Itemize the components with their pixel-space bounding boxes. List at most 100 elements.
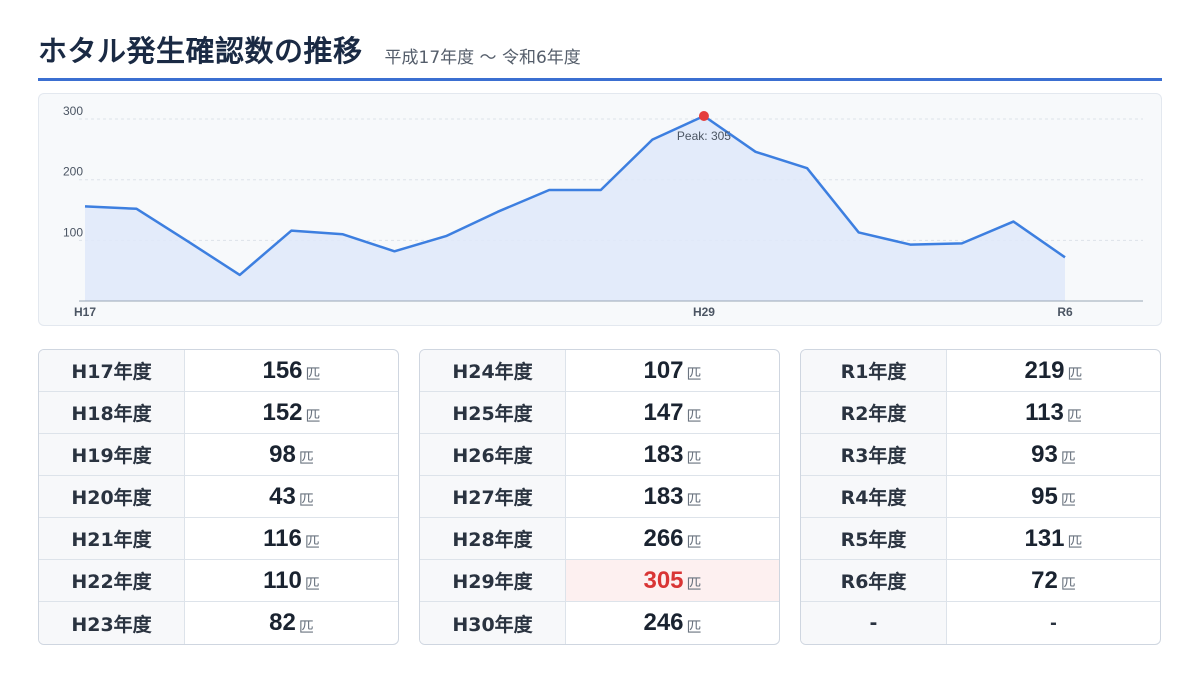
table-row: R1年度 219 匹 bbox=[801, 350, 1160, 392]
table-row: H25年度 147 匹 bbox=[420, 392, 779, 434]
unit-label: 匹 bbox=[686, 491, 702, 509]
unit-label: 匹 bbox=[686, 407, 702, 425]
year-label: R6年度 bbox=[801, 560, 947, 601]
unit-label: 匹 bbox=[304, 533, 320, 551]
table-row: R6年度 72 匹 bbox=[801, 560, 1160, 602]
table-row: H28年度 266 匹 bbox=[420, 518, 779, 560]
year-label: H29年度 bbox=[420, 560, 566, 601]
count-cell: 93 匹 bbox=[947, 434, 1160, 475]
count-cell: 219 匹 bbox=[947, 350, 1160, 391]
year-label: H26年度 bbox=[420, 434, 566, 475]
count-cell: 72 匹 bbox=[947, 560, 1160, 601]
unit-label: 匹 bbox=[686, 575, 702, 593]
unit-label: 匹 bbox=[298, 617, 314, 636]
count-cell: 98 匹 bbox=[185, 434, 398, 475]
unit-label: 匹 bbox=[1060, 575, 1076, 593]
count-value: 305 bbox=[643, 566, 684, 594]
count-cell: 183 匹 bbox=[566, 476, 779, 517]
year-label: R2年度 bbox=[801, 392, 947, 433]
count-value: 266 bbox=[643, 524, 684, 552]
count-value: 131 bbox=[1024, 524, 1065, 552]
count-value: 147 bbox=[643, 398, 684, 426]
count-cell: 116 匹 bbox=[185, 518, 398, 559]
count-cell: 152 匹 bbox=[185, 392, 398, 433]
table-row: H18年度 152 匹 bbox=[39, 392, 398, 434]
count-value: 107 bbox=[643, 356, 684, 384]
year-label: H20年度 bbox=[39, 476, 185, 517]
count-cell: 82 匹 bbox=[185, 602, 398, 644]
year-label: R5年度 bbox=[801, 518, 947, 559]
peak-label: Peak: 305 bbox=[677, 129, 731, 143]
table-row: H23年度 82 匹 bbox=[39, 602, 398, 644]
year-label: H18年度 bbox=[39, 392, 185, 433]
page-header: ホタル発生確認数の推移 平成17年度 〜 令和6年度 bbox=[38, 30, 1162, 81]
unit-label: 匹 bbox=[686, 533, 702, 551]
count-value: 98 bbox=[269, 440, 296, 468]
year-label: H30年度 bbox=[420, 602, 566, 644]
x-tick-label: H17 bbox=[74, 305, 96, 319]
y-tick-label: 300 bbox=[63, 104, 83, 118]
data-table-3: R1年度 219 匹 R2年度 113 匹 R3年度 93 匹 R4年度 95 匹 R5年度 131 匹 R6… bbox=[800, 349, 1161, 645]
unit-label: 匹 bbox=[298, 449, 314, 467]
count-cell: 131 匹 bbox=[947, 518, 1160, 559]
count-value: 82 bbox=[269, 609, 296, 636]
count-value: 246 bbox=[643, 609, 684, 636]
table-row: H27年度 183 匹 bbox=[420, 476, 779, 518]
year-label: H23年度 bbox=[39, 602, 185, 644]
area-fill bbox=[85, 116, 1065, 301]
table-row: H19年度 98 匹 bbox=[39, 434, 398, 476]
count-cell: 110 匹 bbox=[185, 560, 398, 601]
count-cell: 147 匹 bbox=[566, 392, 779, 433]
count-value: - bbox=[1050, 611, 1057, 634]
table-row: H24年度 107 匹 bbox=[420, 350, 779, 392]
table-row: H17年度 156 匹 bbox=[39, 350, 398, 392]
page-subtitle: 平成17年度 〜 令和6年度 bbox=[384, 48, 581, 68]
count-value: 183 bbox=[643, 482, 684, 510]
count-value: 183 bbox=[643, 440, 684, 468]
chart-card: 100 200 300 H17 H29 R6 Peak: 305 bbox=[38, 93, 1162, 326]
x-tick-label: H29 bbox=[693, 305, 715, 319]
unit-label: 匹 bbox=[305, 407, 321, 425]
table-row: -- bbox=[801, 602, 1160, 644]
count-value: 113 bbox=[1025, 398, 1064, 426]
unit-label: 匹 bbox=[1066, 407, 1082, 425]
count-value: 152 bbox=[262, 398, 303, 426]
unit-label: 匹 bbox=[686, 449, 702, 467]
count-value: 93 bbox=[1031, 440, 1058, 468]
count-cell: - bbox=[947, 602, 1160, 644]
y-tick-label: 200 bbox=[63, 165, 83, 179]
unit-label: 匹 bbox=[1067, 365, 1083, 383]
data-table-1: H17年度 156 匹 H18年度 152 匹 H19年度 98 匹 H20年度 43 匹 H21年度 1… bbox=[38, 349, 399, 645]
table-row: H29年度 305 匹 bbox=[420, 560, 779, 602]
count-value: 72 bbox=[1031, 566, 1058, 594]
table-row: H21年度 116 匹 bbox=[39, 518, 398, 560]
count-value: 95 bbox=[1031, 482, 1058, 510]
count-value: 219 bbox=[1024, 356, 1065, 384]
year-label: H24年度 bbox=[420, 350, 566, 391]
count-cell: 183 匹 bbox=[566, 434, 779, 475]
x-tick-label: R6 bbox=[1057, 305, 1073, 319]
unit-label: 匹 bbox=[686, 365, 702, 383]
unit-label: 匹 bbox=[1060, 449, 1076, 467]
year-label: R1年度 bbox=[801, 350, 947, 391]
year-label: R3年度 bbox=[801, 434, 947, 475]
table-row: R4年度 95 匹 bbox=[801, 476, 1160, 518]
count-cell: 156 匹 bbox=[185, 350, 398, 391]
table-row: R3年度 93 匹 bbox=[801, 434, 1160, 476]
year-label: R4年度 bbox=[801, 476, 947, 517]
year-label: H17年度 bbox=[39, 350, 185, 391]
peak-point bbox=[698, 111, 709, 121]
y-tick-label: 100 bbox=[63, 225, 83, 239]
count-cell: 305 匹 bbox=[566, 560, 779, 601]
table-row: H26年度 183 匹 bbox=[420, 434, 779, 476]
year-label: - bbox=[801, 602, 947, 644]
year-label: H28年度 bbox=[420, 518, 566, 559]
count-value: 110 bbox=[263, 566, 302, 594]
table-row: H30年度 246 匹 bbox=[420, 602, 779, 644]
year-label: H19年度 bbox=[39, 434, 185, 475]
unit-label: 匹 bbox=[298, 491, 314, 509]
count-cell: 95 匹 bbox=[947, 476, 1160, 517]
count-value: 156 bbox=[262, 356, 303, 384]
year-label: H27年度 bbox=[420, 476, 566, 517]
year-label: H22年度 bbox=[39, 560, 185, 601]
